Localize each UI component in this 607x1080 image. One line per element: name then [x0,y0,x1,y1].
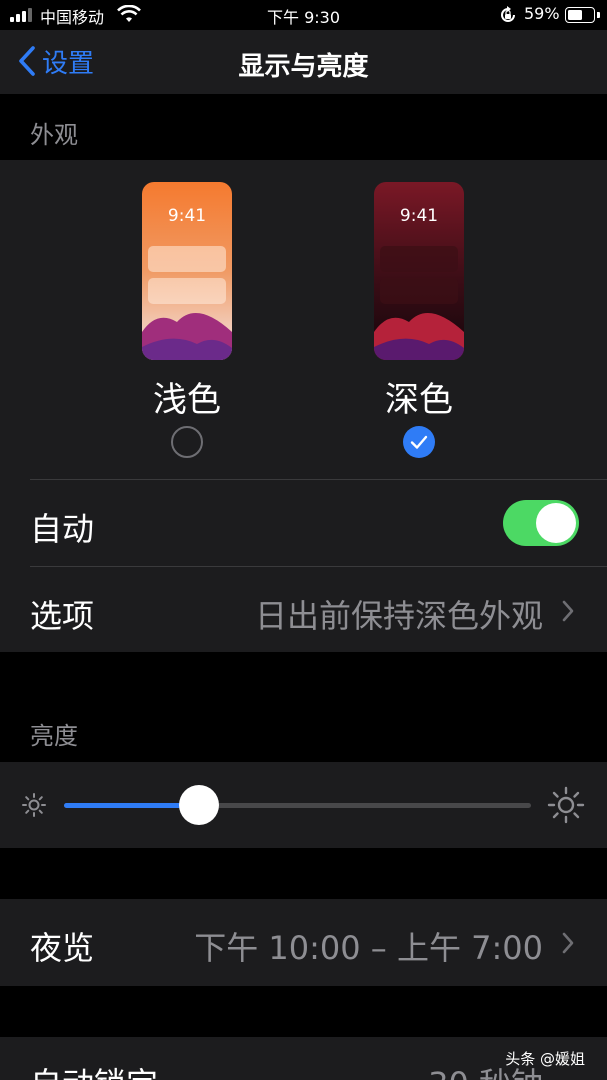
watermark: 头条 @媛姐 [505,1050,585,1068]
night-shift-row[interactable]: 夜览 下午 10:00 – 上午 7:00 [0,899,607,986]
sun-small-icon [22,793,46,817]
night-shift-label: 夜览 [30,929,95,967]
appearance-options-row[interactable]: 选项 日出前保持深色外观 [0,567,607,652]
chevron-right-icon [562,600,574,622]
rotation-lock-icon [501,6,515,22]
appearance-header: 外观 [30,121,78,149]
appearance-group: 9:41 浅色 9:41 深色 自动 选项 日出前保持深色外观 [0,160,607,652]
auto-lock-label: 自动锁定 [30,1059,158,1080]
page-title: 显示与亮度 [238,52,369,82]
dark-preview-notification [380,246,458,272]
status-bar: 中国移动 下午 9:30 59% [0,0,607,30]
chevron-right-icon [562,932,574,954]
automatic-label: 自动 [30,510,95,548]
navigation-bar: 设置 显示与亮度 [0,30,607,94]
light-preview-time: 9:41 [167,206,207,226]
automatic-toggle[interactable] [503,500,579,546]
toggle-knob [536,503,576,543]
dark-mode-radio[interactable] [403,426,435,458]
appearance-options-label: 选项 [30,597,95,635]
brightness-slider-thumb[interactable] [179,785,220,825]
battery-tip [597,12,600,18]
light-preview-notification [148,278,226,304]
dark-mode-option[interactable]: 9:41 深色 [374,182,464,458]
brightness-header: 亮度 [30,722,78,750]
sun-large-icon [547,786,585,824]
dark-preview: 9:41 [374,182,464,360]
automatic-row: 自动 [0,480,607,566]
brightness-slider[interactable] [64,803,531,808]
checkmark-icon [410,435,428,449]
brightness-group [0,762,607,848]
light-preview: 9:41 [142,182,232,360]
dark-preview-notification [380,278,458,304]
appearance-options-value: 日出前保持深色外观 [254,597,543,635]
light-preview-notification [148,246,226,272]
dark-mode-label: 深色 [385,380,453,420]
battery-icon [565,7,595,23]
dark-preview-time: 9:41 [399,206,439,226]
light-mode-radio[interactable] [171,426,203,458]
light-mode-label: 浅色 [153,380,221,420]
battery-percentage: 59% [524,4,560,23]
night-shift-value: 下午 10:00 – 上午 7:00 [194,929,543,967]
light-mode-option[interactable]: 9:41 浅色 [142,182,232,458]
